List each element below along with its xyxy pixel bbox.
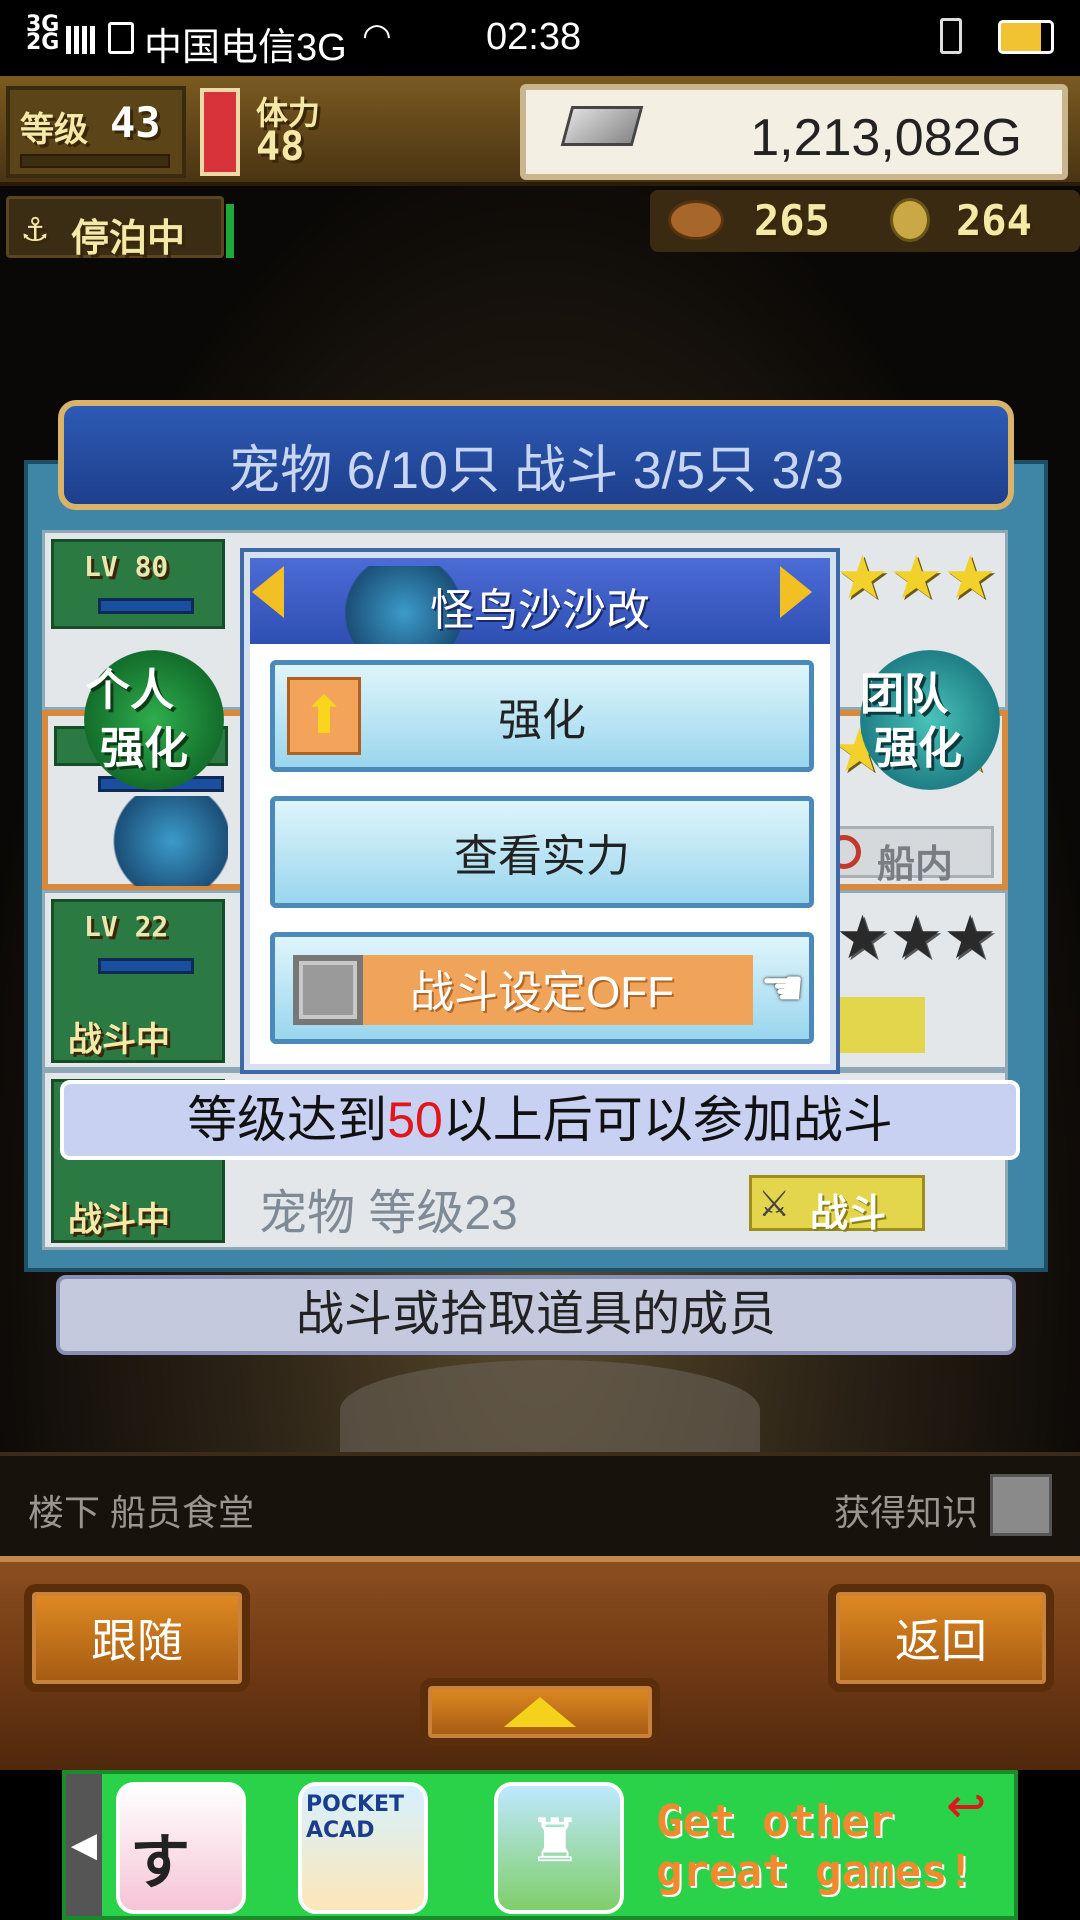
- level-badge: LV 22 战斗中: [51, 899, 225, 1063]
- dialog-title: 怪鸟沙沙改: [430, 586, 650, 635]
- location-name: 楼下 船员食堂: [28, 1492, 255, 1533]
- ad-app-icon-pocket-academy[interactable]: POCKET ACAD: [298, 1782, 428, 1914]
- view-power-label: 查看实力: [454, 832, 630, 881]
- clock: 02:38: [486, 16, 582, 58]
- status-bar: 3G 2G 中国电信3G ◠ 02:38: [0, 0, 1080, 76]
- personal-boost-line2: 强化: [100, 723, 188, 774]
- in-ship-label: 船内: [877, 842, 954, 886]
- gold-panel: 1,213,082G: [520, 84, 1068, 180]
- docked-label: 停泊中: [71, 216, 186, 260]
- castle-icon: ♜: [528, 1806, 582, 1876]
- battery-icon: [998, 20, 1054, 54]
- wifi-icon: ◠: [362, 16, 392, 56]
- member-description-text: 战斗或拾取道具的成员: [295, 1288, 776, 1341]
- ad-line2: great games!: [656, 1846, 974, 1897]
- star-rating: ★★★: [835, 543, 997, 613]
- personal-boost-button[interactable]: 个人 强化: [84, 650, 224, 790]
- level-value: 43: [110, 98, 161, 147]
- battle-status: 战斗中: [68, 1200, 170, 1240]
- level-badge: LV 80: [51, 539, 225, 629]
- ad-app-icon-castle[interactable]: ♜: [494, 1782, 624, 1914]
- notice-level: 50: [387, 1092, 443, 1148]
- team-boost-button[interactable]: 团队 强化: [860, 650, 1000, 790]
- expand-menu-button[interactable]: [420, 1678, 660, 1746]
- pet-panel-header: 宠物 6/10只 战斗 3/5只 3/3: [58, 400, 1014, 510]
- hp-bar: [98, 598, 194, 614]
- location-bar: 楼下 船员食堂 获得知识: [0, 1452, 1080, 1560]
- resource-bar: 265 264: [650, 190, 1080, 252]
- carrier-name: 中国电信3G: [144, 27, 347, 69]
- ad-line1: Get other: [656, 1796, 895, 1847]
- scene-decor: [340, 1360, 760, 1460]
- notice-suffix: 以上后可以参加战斗: [442, 1092, 893, 1148]
- pointing-hand-icon: ☚: [760, 960, 805, 1016]
- level-text: LV 80: [84, 550, 169, 583]
- in-ship-tag: 船内: [818, 826, 994, 886]
- up-triangle-icon: [504, 1697, 576, 1727]
- team-boost-line2: 强化: [874, 723, 962, 774]
- dialog-title-bar: 怪鸟沙沙改: [250, 558, 830, 644]
- strengthen-label: 强化: [498, 696, 586, 745]
- pet-summary: 宠物 6/10只 战斗 3/5只 3/3: [228, 442, 844, 500]
- food-icon: [668, 200, 724, 240]
- battle-status: 战斗中: [68, 1020, 170, 1060]
- food-count: 265: [754, 196, 830, 245]
- exp-bar: [20, 154, 170, 168]
- battle-setting-button[interactable]: 战斗设定OFF ☚: [270, 932, 814, 1044]
- ad-icon2-text: POCKET ACAD: [306, 1792, 405, 1843]
- ad-return-arrow-icon: ↩: [946, 1778, 987, 1834]
- stamina-bar: [200, 88, 240, 176]
- back-label: 返回: [895, 1615, 987, 1667]
- signal-icon: [66, 26, 96, 54]
- battle-tag[interactable]: ⚔ 战斗: [749, 1175, 925, 1235]
- sim-icon: [108, 22, 134, 54]
- checkbox-icon[interactable]: [293, 955, 363, 1025]
- docked-indicator: [226, 204, 234, 258]
- personal-boost-line1: 个人: [86, 665, 174, 716]
- star-rating: ★★★: [835, 903, 997, 973]
- level-label: 等级: [20, 110, 88, 150]
- vibrate-icon: [940, 18, 962, 54]
- view-power-button[interactable]: 查看实力: [270, 796, 814, 908]
- battle-setting-label: 战斗设定OFF: [410, 968, 674, 1017]
- member-description: 战斗或拾取道具的成员: [56, 1275, 1016, 1355]
- follow-button[interactable]: 跟随: [24, 1584, 250, 1692]
- battle-tag-label: 战斗: [810, 1191, 887, 1235]
- follow-label: 跟随: [91, 1615, 183, 1667]
- level-box: 等级 43: [6, 86, 186, 178]
- coin-icon: [890, 198, 930, 242]
- knowledge-label: 获得知识: [834, 1492, 979, 1533]
- knowledge-icon[interactable]: [990, 1474, 1052, 1536]
- ad-banner[interactable]: ◀ すし POCKET ACAD ♜ Get other great games…: [62, 1770, 1018, 1920]
- next-pet-arrow-icon[interactable]: [780, 566, 812, 618]
- docked-status: ⚓ 停泊中: [6, 196, 224, 260]
- up-arrow-icon: ⬆: [287, 677, 361, 755]
- network-type: 3G 2G: [26, 12, 60, 55]
- level-text: LV 22: [84, 910, 169, 943]
- ad-app-icon-sushi[interactable]: すし: [116, 1782, 246, 1920]
- stamina-value: 48: [256, 124, 305, 170]
- prev-pet-arrow-icon[interactable]: [252, 566, 284, 618]
- ad-back-arrow-icon[interactable]: ◀: [66, 1774, 102, 1916]
- hp-bar: [98, 958, 194, 974]
- back-button[interactable]: 返回: [828, 1584, 1054, 1692]
- sword-icon: ⚔: [758, 1184, 791, 1225]
- pet-level-text: 宠物 等级23: [259, 1187, 518, 1240]
- gold-amount: 1,213,082G: [750, 109, 1022, 167]
- notice-prefix: 等级达到: [187, 1092, 388, 1148]
- battle-tag[interactable]: [825, 997, 925, 1053]
- battle-requirement-notice: 等级达到50以上后可以参加战斗: [60, 1080, 1020, 1160]
- coin-count: 264: [956, 196, 1032, 245]
- gold-bar-icon: [560, 106, 644, 146]
- anchor-icon: ⚓: [23, 205, 48, 251]
- strengthen-button[interactable]: ⬆ 强化: [270, 660, 814, 772]
- pet-sprite: [88, 796, 228, 886]
- ad-icon1-text: すし: [130, 1828, 190, 1920]
